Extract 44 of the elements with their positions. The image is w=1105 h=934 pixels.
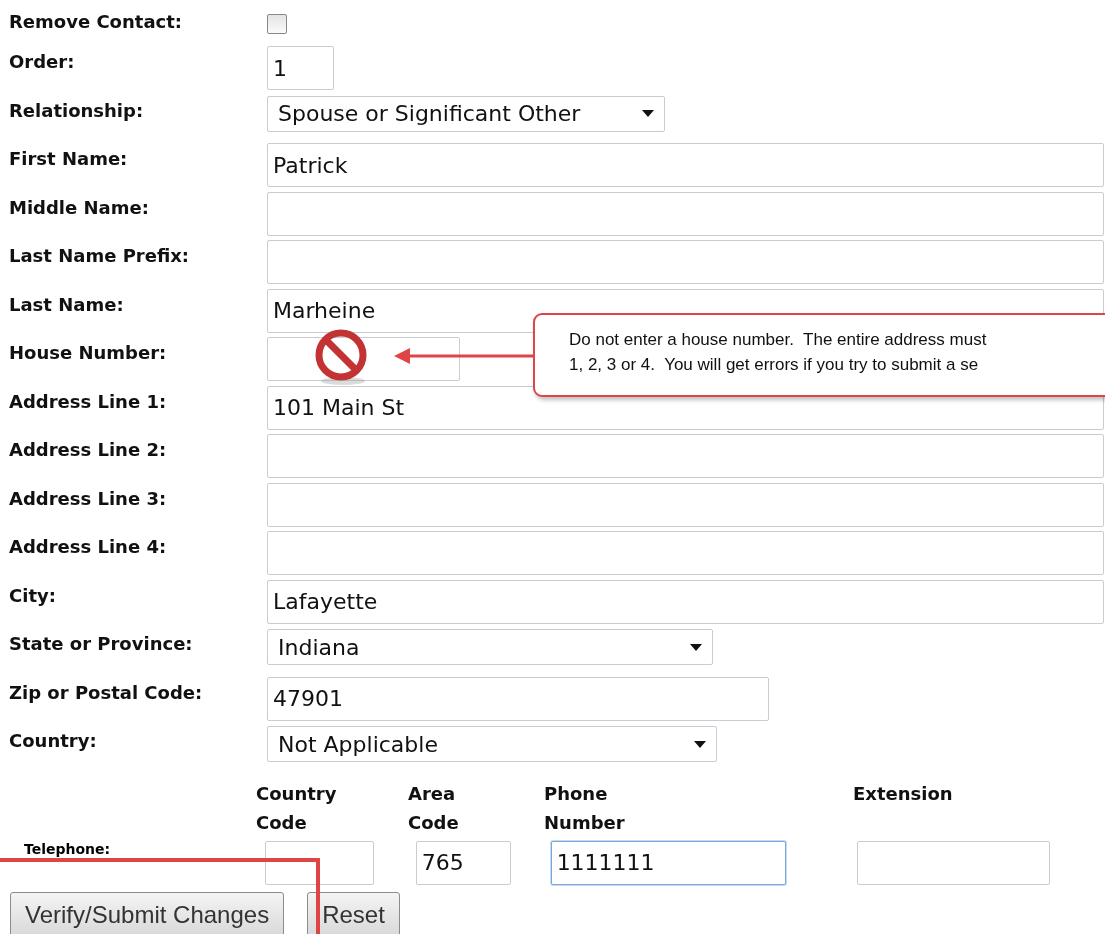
field-label: State or Province: [9,632,194,654]
field-label: Address Line 1: [9,389,168,412]
field-label: Address Line 2: [9,438,168,460]
column-header: Phone Number [544,781,626,835]
caret-icon [642,110,654,117]
field-label: Address Line 4: [9,535,168,557]
column-header: Extension [853,781,954,806]
caret-icon [690,643,702,651]
phone-field[interactable] [265,840,374,885]
text-field[interactable] [267,191,1104,236]
field-label: First Name: [9,147,129,169]
caret-icon [694,740,706,748]
text-field[interactable] [267,482,1104,527]
dropdown[interactable]: Not Applicable [267,726,717,762]
field-label: Relationship: [9,98,145,121]
phone-field[interactable]: 765 [415,840,511,885]
field-label: Zip or Postal Code: [9,680,204,703]
field-label: Address Line 3: [9,486,168,509]
phone-field[interactable]: 1111111 [550,840,786,885]
field-label: Remove Contact: [9,10,183,32]
field-label: Middle Name: [9,195,150,218]
text-field[interactable] [267,434,1104,478]
column-header: Area Code [408,781,460,835]
dropdown[interactable]: Spouse or Significant Other [267,95,665,132]
text-field[interactable] [267,531,1104,575]
field-label: City: [9,583,57,606]
text-field[interactable]: 47901 [267,676,769,721]
field-label: Order: [9,50,76,72]
column-header: Country Code [256,781,338,835]
field-label: Last Name Prefix: [9,244,191,266]
text-field[interactable]: Patrick [267,143,1104,187]
text-field[interactable]: Lafayette [267,579,1104,624]
form-button[interactable]: Verify/Submit Changes [10,891,285,934]
field-label: House Number: [9,341,168,363]
text-field[interactable]: 1 [267,46,334,90]
remove-checkbox[interactable] [267,14,287,34]
dropdown[interactable]: Indiana [267,629,713,665]
telephone-label: Telephone: [23,840,112,857]
text-field[interactable] [267,240,1104,284]
field-label: Country: [9,729,98,751]
phone-field[interactable] [857,840,1051,885]
field-label: Last Name: [9,292,125,315]
form-button[interactable]: Reset [307,891,400,934]
callout-text: 1, 2, 3 or 4. You will get errors if you try to submit a se [569,354,980,376]
